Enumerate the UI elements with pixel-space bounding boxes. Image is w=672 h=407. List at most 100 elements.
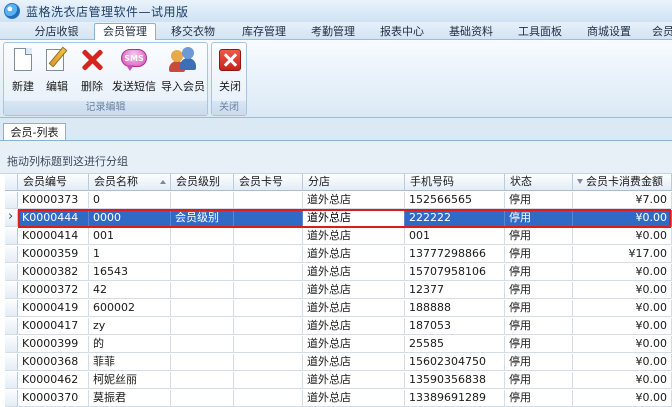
cell-member-name[interactable]: 莫振君 bbox=[89, 390, 171, 407]
cell-member-id[interactable]: K0000419 bbox=[18, 300, 89, 317]
cell-card-spend[interactable]: ¥0.00 bbox=[573, 282, 672, 299]
cell-store[interactable]: 道外总店 bbox=[303, 264, 405, 281]
menu-tab-basic-data[interactable]: 基础资料 bbox=[438, 23, 504, 40]
table-row[interactable]: K0000373 0 道外总店 152566565 停用 ¥7.00 bbox=[5, 192, 672, 209]
cell-card-spend[interactable]: ¥0.00 bbox=[573, 372, 672, 389]
cell-phone[interactable]: 15602304750 bbox=[405, 354, 505, 371]
cell-card-spend[interactable]: ¥0.00 bbox=[573, 264, 672, 281]
table-row[interactable]: K0000368 菲菲 道外总店 15602304750 停用 ¥0.00 bbox=[5, 354, 672, 371]
row-indicator[interactable] bbox=[5, 192, 18, 209]
cell-member-name[interactable]: 1 bbox=[89, 246, 171, 263]
row-indicator[interactable] bbox=[5, 318, 18, 335]
cell-card-spend[interactable]: ¥0.00 bbox=[573, 318, 672, 335]
cell-status[interactable]: 停用 bbox=[505, 192, 573, 209]
cell-member-level[interactable] bbox=[171, 372, 234, 389]
column-header-member-level[interactable]: 会员级别 bbox=[171, 174, 234, 191]
cell-card-number[interactable] bbox=[234, 228, 303, 245]
table-row[interactable]: K0000370 莫振君 道外总店 13389691289 停用 ¥0.00 bbox=[5, 390, 672, 407]
column-header-card-number[interactable]: 会员卡号 bbox=[234, 174, 303, 191]
cell-member-level[interactable] bbox=[171, 246, 234, 263]
cell-member-id[interactable]: K0000370 bbox=[18, 390, 89, 407]
cell-member-name[interactable]: 柯妮丝丽 bbox=[89, 372, 171, 389]
row-indicator[interactable] bbox=[5, 300, 18, 317]
cell-card-spend[interactable]: ¥0.00 bbox=[573, 390, 672, 407]
cell-card-spend[interactable]: ¥7.00 bbox=[573, 192, 672, 209]
cell-phone[interactable]: 13590356838 bbox=[405, 372, 505, 389]
cell-member-id[interactable]: K0000444 bbox=[18, 210, 89, 227]
cell-member-id[interactable]: K0000382 bbox=[18, 264, 89, 281]
cell-member-name[interactable]: 0 bbox=[89, 192, 171, 209]
cell-card-spend[interactable]: ¥17.00 bbox=[573, 246, 672, 263]
close-button[interactable]: 关闭 bbox=[215, 46, 245, 98]
cell-card-spend[interactable]: ¥0.00 bbox=[573, 210, 672, 227]
menu-tab-member-management[interactable]: 会员管理 bbox=[94, 23, 156, 41]
column-header-phone[interactable]: 手机号码 bbox=[405, 174, 505, 191]
cell-store[interactable]: 道外总店 bbox=[303, 192, 405, 209]
cell-phone[interactable]: 15707958106 bbox=[405, 264, 505, 281]
cell-card-spend[interactable]: ¥0.00 bbox=[573, 228, 672, 245]
table-row[interactable]: K0000399 的 道外总店 25585 停用 ¥0.00 bbox=[5, 336, 672, 353]
cell-status[interactable]: 停用 bbox=[505, 390, 573, 407]
cell-store[interactable]: 道外总店 bbox=[303, 318, 405, 335]
cell-card-number[interactable] bbox=[234, 246, 303, 263]
cell-phone[interactable]: 152566565 bbox=[405, 192, 505, 209]
table-row[interactable]: K0000462 柯妮丝丽 道外总店 13590356838 停用 ¥0.00 bbox=[5, 372, 672, 389]
cell-phone[interactable]: 25585 bbox=[405, 336, 505, 353]
send-sms-button[interactable]: SMS 发送短信 bbox=[110, 46, 158, 98]
cell-card-number[interactable] bbox=[234, 318, 303, 335]
row-indicator[interactable] bbox=[5, 372, 18, 389]
cell-card-number[interactable] bbox=[234, 210, 303, 227]
cell-member-name[interactable]: 的 bbox=[89, 336, 171, 353]
cell-member-id[interactable]: K0000373 bbox=[18, 192, 89, 209]
row-indicator[interactable] bbox=[5, 209, 18, 227]
cell-phone[interactable]: 188888 bbox=[405, 300, 505, 317]
cell-card-number[interactable] bbox=[234, 336, 303, 353]
table-row[interactable]: K0000359 1 道外总店 13777298866 停用 ¥17.00 bbox=[5, 246, 672, 263]
cell-store[interactable]: 道外总店 bbox=[303, 228, 405, 245]
cell-member-name[interactable]: 16543 bbox=[89, 264, 171, 281]
cell-card-spend[interactable]: ¥0.00 bbox=[573, 336, 672, 353]
cell-card-number[interactable] bbox=[234, 264, 303, 281]
cell-store[interactable]: 道外总店 bbox=[303, 246, 405, 263]
cell-member-name[interactable]: 600002 bbox=[89, 300, 171, 317]
cell-member-level[interactable] bbox=[171, 264, 234, 281]
cell-store[interactable]: 道外总店 bbox=[303, 210, 405, 227]
column-header-member-name[interactable]: 会员名称 bbox=[89, 174, 171, 191]
cell-status[interactable]: 停用 bbox=[505, 264, 573, 281]
cell-store[interactable]: 道外总店 bbox=[303, 300, 405, 317]
cell-member-id[interactable]: K0000368 bbox=[18, 354, 89, 371]
cell-member-id[interactable]: K0000414 bbox=[18, 228, 89, 245]
edit-button[interactable]: 编辑 bbox=[42, 46, 72, 98]
cell-member-level[interactable] bbox=[171, 390, 234, 407]
cell-store[interactable]: 道外总店 bbox=[303, 282, 405, 299]
cell-member-id[interactable]: K0000372 bbox=[18, 282, 89, 299]
cell-member-level[interactable] bbox=[171, 282, 234, 299]
cell-status[interactable]: 停用 bbox=[505, 300, 573, 317]
import-members-button[interactable]: 导入会员 bbox=[160, 46, 206, 98]
row-indicator[interactable] bbox=[5, 390, 18, 407]
cell-status[interactable]: 停用 bbox=[505, 354, 573, 371]
menu-tab-attendance[interactable]: 考勤管理 bbox=[300, 23, 366, 40]
cell-status[interactable]: 停用 bbox=[505, 246, 573, 263]
cell-card-number[interactable] bbox=[234, 300, 303, 317]
menu-tab-member[interactable]: 会员 bbox=[645, 23, 672, 40]
cell-store[interactable]: 道外总店 bbox=[303, 372, 405, 389]
cell-status[interactable]: 停用 bbox=[505, 318, 573, 335]
row-indicator[interactable] bbox=[5, 246, 18, 263]
new-button[interactable]: 新建 bbox=[8, 46, 38, 98]
cell-member-name[interactable]: 001 bbox=[89, 228, 171, 245]
cell-member-id[interactable]: K0000417 bbox=[18, 318, 89, 335]
menu-tab-reports[interactable]: 报表中心 bbox=[369, 23, 435, 40]
table-row[interactable]: K0000417 zy 道外总店 187053 停用 ¥0.00 bbox=[5, 318, 672, 335]
table-row[interactable]: K0000419 600002 道外总店 188888 停用 ¥0.00 bbox=[5, 300, 672, 317]
row-indicator[interactable] bbox=[5, 336, 18, 353]
cell-member-id[interactable]: K0000462 bbox=[18, 372, 89, 389]
cell-card-spend[interactable]: ¥0.00 bbox=[573, 354, 672, 371]
cell-card-spend[interactable]: ¥0.00 bbox=[573, 300, 672, 317]
column-header-status[interactable]: 状态 bbox=[505, 174, 573, 191]
cell-phone[interactable]: 13389691289 bbox=[405, 390, 505, 407]
delete-button[interactable]: 删除 bbox=[77, 46, 107, 98]
cell-card-number[interactable] bbox=[234, 390, 303, 407]
cell-member-name[interactable]: 菲菲 bbox=[89, 354, 171, 371]
cell-member-level[interactable] bbox=[171, 354, 234, 371]
